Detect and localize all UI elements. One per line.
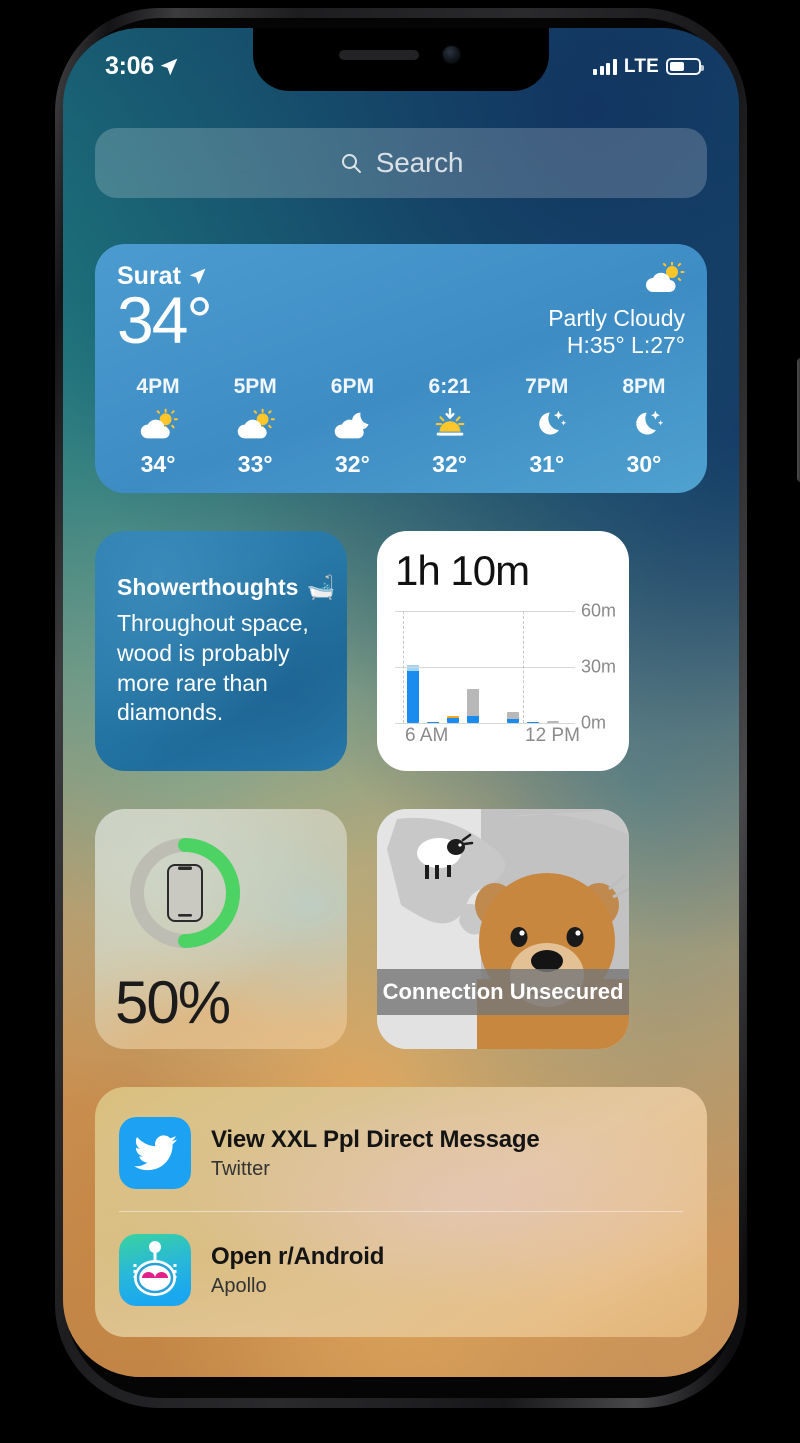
suggestion-app: Twitter [211, 1157, 270, 1180]
suggestion-title: Open r/Android [211, 1242, 385, 1270]
siri-suggestions-widget[interactable]: View XXL Ppl Direct Message Twitter Open… [95, 1087, 707, 1337]
widget-row-2: 50% Connection Unsecured [95, 809, 707, 1049]
carrier-label: LTE [623, 55, 659, 77]
chart-bar-segment [467, 689, 479, 716]
cloudy-night-icon [332, 407, 372, 443]
vpn-status-banner: Connection Unsecured [377, 969, 629, 1015]
partly-cloudy-icon [138, 407, 178, 443]
status-bar-right: LTE [593, 55, 704, 78]
signal-bars-icon [593, 58, 617, 75]
divider [119, 1211, 683, 1212]
chart-x-axis-label: 6 AM [405, 725, 449, 746]
weather-temperature: 34° [117, 283, 213, 357]
chart-bar-segment [507, 711, 519, 720]
chart-x-axis-label: 12 PM [525, 725, 580, 746]
apollo-icon [119, 1234, 191, 1306]
weather-hour-column: 5PM 33° [218, 375, 292, 478]
notch [253, 28, 549, 91]
weather-header: Surat 34° Partly Cloudy H:35° L:27° [117, 261, 685, 359]
weather-condition: Partly Cloudy [548, 305, 685, 331]
phone-screen: 3:06 LTE Search Surat 34° Partly Cloudy … [63, 28, 739, 1377]
weather-hour-temp: 32° [334, 451, 370, 478]
weather-hour-temp: 31° [529, 451, 565, 478]
chart-bar-segment [407, 670, 419, 723]
chart-gridline [395, 667, 575, 668]
weather-hour-time: 7PM [525, 375, 569, 399]
screenshot-stage: 3:06 LTE Search Surat 34° Partly Cloudy … [0, 0, 800, 1443]
weather-summary: Partly Cloudy H:35° L:27° [548, 261, 685, 359]
showerthoughts-widget[interactable]: Showerthoughts 🛁 Throughout space, wood … [95, 531, 347, 771]
chart-time-marker [403, 611, 404, 723]
weather-condition-icon-wrap [548, 261, 685, 299]
chart-bar [447, 715, 459, 723]
screen-time-chart: 6 AM 12 PM 0m 30m 60m [395, 601, 616, 746]
widget-row-1: Showerthoughts 🛁 Throughout space, wood … [95, 531, 707, 771]
weather-hour-temp: 30° [626, 451, 662, 478]
twitter-icon [119, 1117, 191, 1189]
list-item-text: Open r/Android Apollo [211, 1243, 384, 1298]
batteries-widget[interactable]: 50% [95, 809, 347, 1049]
weather-hour-column: 6PM 32° [315, 375, 389, 478]
weather-hour-column: 4PM 34° [121, 375, 195, 478]
partly-cloudy-icon [235, 407, 276, 443]
list-item[interactable]: View XXL Ppl Direct Message Twitter [119, 1109, 683, 1197]
battery-ring [123, 831, 247, 955]
sunset-icon [430, 407, 470, 443]
battery-icon [666, 58, 704, 75]
chart-bar-segment [467, 715, 479, 723]
search-placeholder: Search [375, 147, 464, 178]
showerthoughts-title: Showerthoughts [117, 573, 299, 600]
weather-hour-time: 4PM [136, 375, 180, 399]
weather-hour-time: 8PM [622, 375, 666, 399]
bathtub-icon: 🛁 [306, 573, 336, 600]
screen-time-widget[interactable]: 1h 10m 6 AM 12 PM 0m 30m 60m [377, 531, 629, 771]
vpn-status-label: Connection Unsecured [382, 979, 624, 1004]
clear-night-icon [624, 407, 664, 443]
weather-hour-time: 6:21 [428, 375, 471, 399]
vpn-widget[interactable]: Connection Unsecured [377, 809, 629, 1049]
showerthoughts-title-row: Showerthoughts 🛁 [117, 573, 335, 601]
earpiece-speaker [339, 50, 419, 60]
weather-hour-column: 7PM 31° [510, 375, 584, 478]
weather-hour-time: 6PM [330, 375, 374, 399]
chart-gridline [395, 723, 575, 724]
location-arrow-icon [160, 58, 178, 75]
clock: 3:06 [105, 52, 154, 80]
today-view: Search Surat 34° Partly Cloudy H:35° L:2… [63, 28, 739, 1377]
showerthoughts-body: Throughout space, wood is probably more … [117, 609, 309, 726]
weather-hourly-forecast: 4PM 34° 5PM 33° 6PM 32° 6:21 32° 7PM 31°… [117, 375, 685, 478]
weather-high-low: H:35° L:27° [566, 332, 685, 359]
weather-widget[interactable]: Surat 34° Partly Cloudy H:35° L:27° 4PM … [95, 244, 707, 493]
partly-cloudy-icon [646, 261, 685, 293]
chart-bar [507, 711, 519, 723]
weather-hour-temp: 32° [432, 451, 467, 478]
list-item[interactable]: Open r/Android Apollo [119, 1226, 683, 1314]
chart-y-axis-label: 30m [581, 656, 617, 677]
weather-hour-temp: 33° [237, 451, 273, 478]
weather-hour-time: 5PM [233, 375, 277, 399]
search-input[interactable]: Search [95, 128, 707, 198]
chart-y-axis-label: 60m [581, 600, 617, 621]
list-item-text: View XXL Ppl Direct Message Twitter [211, 1126, 540, 1181]
chart-time-marker [523, 611, 524, 723]
battery-percent: 50% [115, 969, 231, 1036]
clear-night-icon [527, 407, 567, 443]
chart-y-axis-label: 0m [581, 712, 607, 733]
search-icon [341, 154, 361, 173]
weather-hour-temp: 34° [140, 451, 176, 478]
weather-hour-column: 6:21 32° [413, 375, 487, 478]
chart-bar [407, 665, 419, 723]
status-bar-left: 3:06 [105, 52, 179, 81]
front-camera [443, 46, 460, 63]
bear-icon [475, 873, 629, 1049]
suggestion-app: Apollo [211, 1274, 267, 1297]
iphone-icon [167, 864, 203, 922]
screen-time-total: 1h 10m [395, 547, 530, 594]
chart-gridline [395, 611, 575, 612]
chart-bar [467, 689, 479, 723]
weather-hour-column: 8PM 30° [607, 375, 681, 478]
weather-current: Surat 34° [117, 262, 213, 359]
suggestion-title: View XXL Ppl Direct Message [211, 1125, 540, 1153]
